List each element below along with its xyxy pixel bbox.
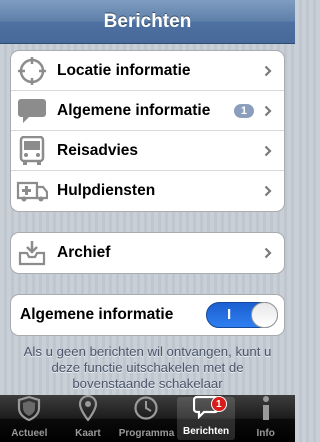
menu-item-reisadvies[interactable]: Reisadvies (11, 131, 284, 171)
archive-group: Archief (10, 232, 285, 274)
speech-bubble-icon (11, 91, 53, 131)
bus-icon (11, 131, 53, 171)
setting-row-algemene-informatie: Algemene informatie I (11, 295, 284, 335)
map-pin-icon (77, 394, 99, 426)
menu-item-label: Archief (57, 244, 111, 261)
chevron-right-icon (258, 131, 278, 171)
unread-count-badge: 1 (233, 103, 254, 118)
notifications-toggle-switch[interactable]: I (206, 302, 278, 328)
inbox-tray-icon (11, 233, 53, 273)
chevron-right-icon (258, 233, 278, 273)
tab-badge: 1 (210, 396, 227, 412)
crosshair-icon (11, 51, 53, 91)
tab-kaart[interactable]: Kaart (59, 394, 118, 442)
tab-label: Actueel (11, 428, 48, 439)
menu-item-label: Locatie informatie (57, 61, 191, 79)
tab-actueel[interactable]: Actueel (0, 395, 59, 442)
chevron-right-icon (258, 51, 278, 91)
help-text: Als u geen berichten wil ontvangen, kunt… (23, 344, 272, 391)
navigation-bar: Berichten (0, 0, 295, 44)
notification-setting-group: Algemene informatie I (10, 294, 285, 336)
menu-item-label: Hulpdiensten (57, 182, 156, 199)
page-title: Berichten (103, 10, 192, 32)
menu-item-label: Algemene informatie (57, 101, 211, 119)
menu-item-locatie-informatie[interactable]: Locatie informatie (11, 51, 284, 91)
tab-label: Kaart (75, 428, 101, 439)
menu-item-algemene-informatie[interactable]: Algemene informatie 1 (11, 91, 284, 131)
chevron-right-icon (258, 91, 278, 131)
clock-icon (133, 395, 159, 426)
ambulance-icon (11, 171, 53, 211)
setting-label: Algemene informatie (20, 306, 174, 323)
switch-on-label: I (227, 306, 232, 323)
tab-programma[interactable]: Programma (117, 395, 176, 442)
tab-label: Berichten (183, 426, 230, 437)
switch-knob[interactable] (251, 302, 278, 328)
tab-berichten[interactable]: 1 Berichten (176, 395, 236, 440)
tab-info[interactable]: Info (236, 395, 295, 442)
menu-item-hulpdiensten[interactable]: Hulpdiensten (11, 171, 284, 211)
tab-bar: Actueel Kaart Programma 1 Berichten Info (0, 394, 295, 442)
tab-label: Programma (118, 428, 175, 439)
menu-item-archief[interactable]: Archief (11, 233, 284, 273)
tab-label: Info (256, 428, 275, 439)
message-categories-list: Locatie informatie Algemene informatie 1… (10, 50, 285, 212)
menu-item-label: Reisadvies (57, 141, 138, 159)
info-icon (259, 395, 273, 426)
chevron-right-icon (258, 171, 278, 211)
shield-icon (16, 395, 42, 426)
